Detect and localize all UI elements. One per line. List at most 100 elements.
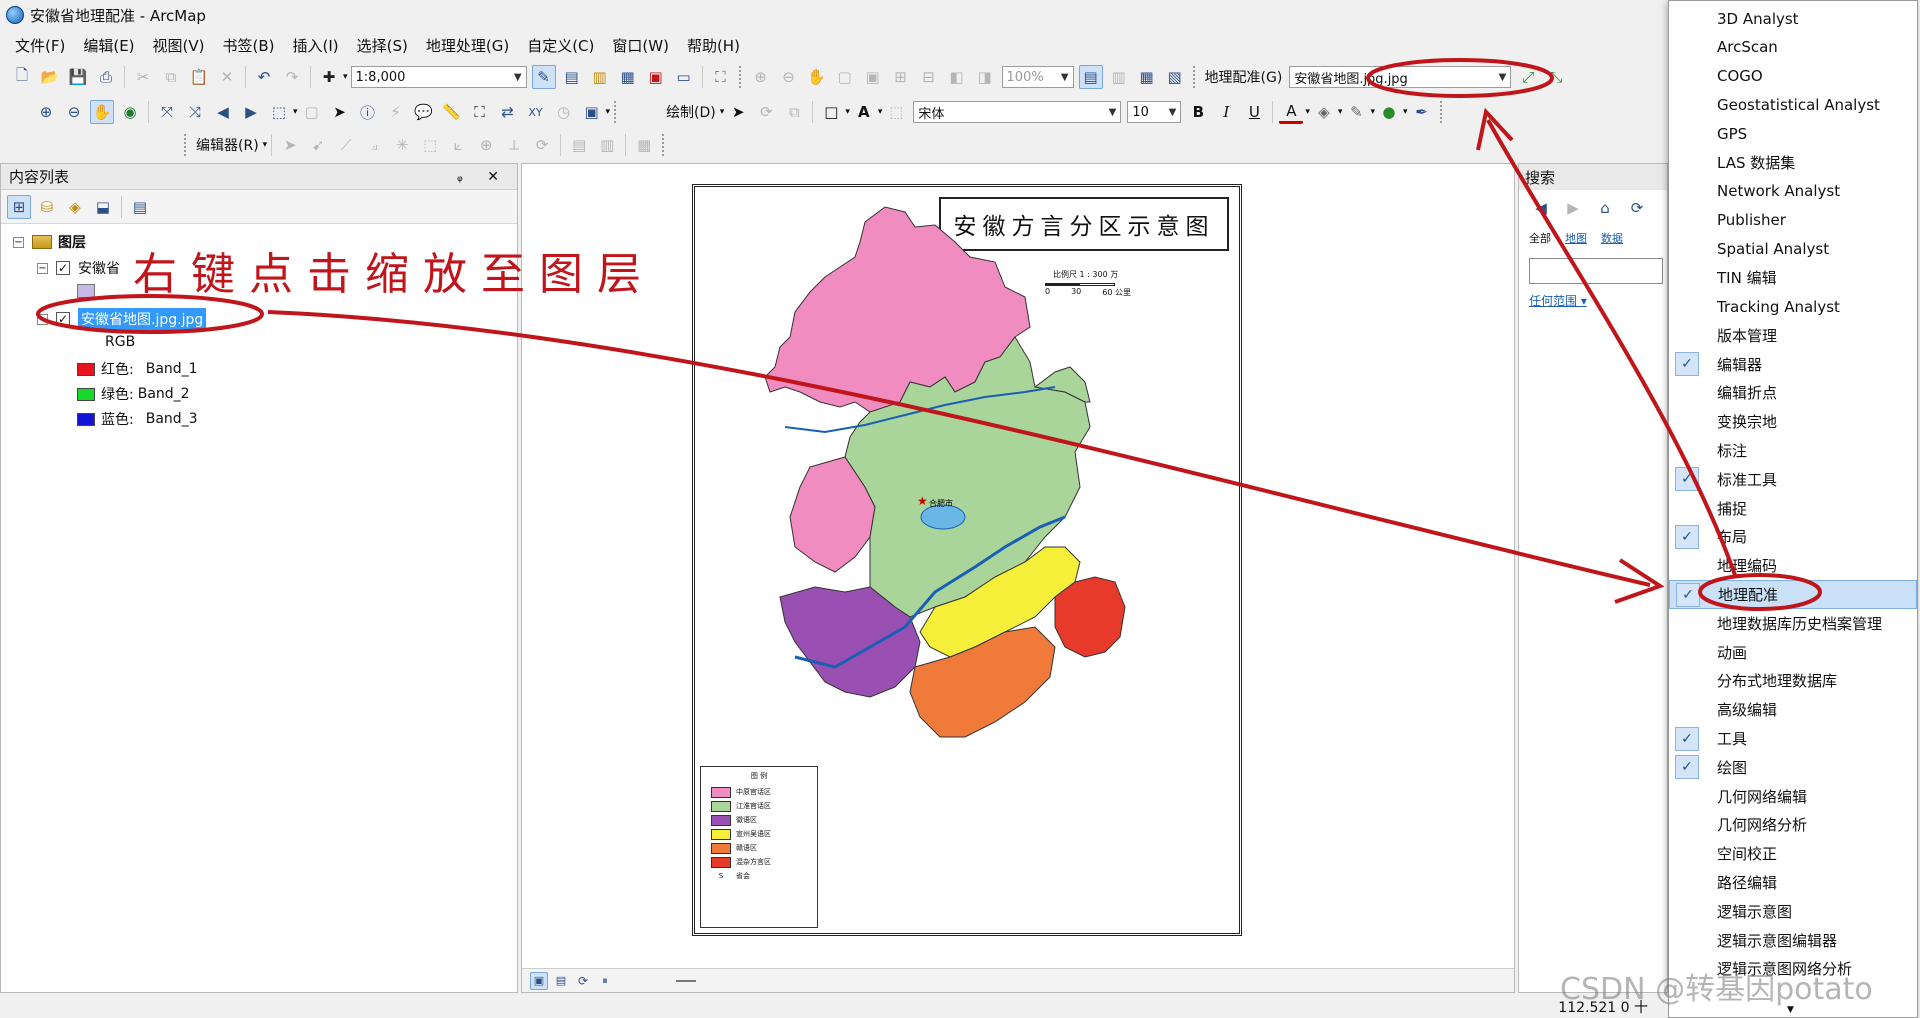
toc-pin-close-icons[interactable]: ᵩ ✕ [457, 169, 509, 185]
back-extent-icon[interactable]: ◀ [211, 100, 235, 124]
scope-data-link[interactable]: 数据 [1601, 230, 1623, 246]
layer-visibility-checkbox[interactable]: ✓ [56, 261, 70, 275]
editor-menu[interactable]: 编辑器(R) [196, 135, 259, 155]
underline-button[interactable]: U [1242, 100, 1266, 124]
menu-help[interactable]: 帮助(H) [678, 33, 749, 58]
edit-vertices-icon[interactable]: ⬚ [418, 133, 442, 157]
collapse-icon[interactable]: − [37, 262, 48, 274]
search-input[interactable] [1529, 258, 1663, 284]
layout-zoom-combo[interactable]: 100% ▼ [1001, 66, 1074, 88]
forward-extent-icon[interactable]: ▶ [239, 100, 263, 124]
attributes-icon[interactable]: ▤ [567, 133, 591, 157]
time-slider-icon[interactable]: ◷ [552, 100, 576, 124]
zoom-to-selected-icon[interactable]: ⧉ [782, 100, 806, 124]
refresh-icon[interactable]: ⟳ [1625, 196, 1649, 220]
tree-row-raster-layer[interactable]: − ✓ 安徽省地图.jpg.jpg [37, 308, 207, 330]
menu-file[interactable]: 文件(F) [6, 33, 74, 58]
menu-item-toolbar[interactable]: 捕捉 [1669, 494, 1917, 523]
split-icon[interactable]: ⟂ [502, 133, 526, 157]
layout-pan-icon[interactable]: ✋ [805, 65, 829, 89]
fixed-zoom-out-icon[interactable]: ⊟ [917, 65, 941, 89]
html-popup-icon[interactable]: 💬 [412, 100, 436, 124]
band-row-blue[interactable]: 蓝色: Band_3 [77, 409, 198, 429]
menu-item-toolbar[interactable]: TIN 编辑 [1669, 263, 1917, 292]
toggle-draft-mode-icon[interactable]: ▤ [1078, 65, 1103, 89]
delete-icon[interactable]: ✕ [215, 65, 239, 89]
menu-item-toolbar[interactable]: GPS [1669, 119, 1917, 148]
menu-item-toolbar[interactable]: 几何网络分析 [1669, 810, 1917, 839]
chevron-down-icon[interactable]: ▾ [1305, 107, 1310, 117]
menu-item-toolbar[interactable]: 3D Analyst [1669, 4, 1917, 33]
rotate-icon[interactable]: ⟳ [754, 100, 778, 124]
arctoolbox-icon[interactable]: ▣ [644, 65, 668, 89]
toolbar-grip[interactable] [184, 134, 188, 156]
chevron-down-icon[interactable]: ▾ [606, 107, 611, 117]
toolbar-grip[interactable] [1192, 66, 1197, 88]
fill-color-icon[interactable]: ◈ [1312, 100, 1336, 124]
toolbar-grip[interactable] [614, 101, 618, 123]
menu-item-toolbar[interactable]: COGO [1669, 62, 1917, 91]
go-back-extent-icon[interactable]: ◧ [945, 65, 969, 89]
select-elements-icon[interactable]: ➤ [726, 100, 750, 124]
print-icon[interactable]: ⎙ [94, 65, 118, 89]
georeferencing-menu[interactable]: 地理配准(G) [1205, 67, 1283, 87]
go-forward-extent-icon[interactable]: ◨ [973, 65, 997, 89]
menu-item-toolbar[interactable]: 空间校正 [1669, 839, 1917, 868]
full-extent-globe-icon[interactable]: ◉ [118, 100, 142, 124]
layout-page[interactable]: 安徽方言分区示意图 比例尺 1 : 300 万 0 30 60 公里 ★ 合肥市… [692, 184, 1242, 936]
measure-icon[interactable]: 📏 [440, 100, 464, 124]
search-extent-dropdown[interactable]: 任何范围 ▾ [1519, 284, 1667, 317]
add-control-points-icon[interactable]: ⤢ [1516, 65, 1540, 89]
view-link-table-icon[interactable]: ⤡ [1544, 65, 1568, 89]
pen-icon[interactable]: ✒ [1410, 100, 1434, 124]
zoom-out-icon[interactable]: ⊖ [62, 100, 86, 124]
editor-toolbar-toggle-icon[interactable]: ✎ [531, 65, 556, 89]
scope-all-link[interactable]: 全部 [1529, 230, 1551, 246]
menu-edit[interactable]: 编辑(E) [74, 33, 143, 58]
redo-icon[interactable]: ↷ [280, 65, 304, 89]
drawing-menu[interactable]: 绘制(D) [666, 102, 716, 122]
clear-selection-icon[interactable]: ▢ [300, 100, 324, 124]
font-color-icon[interactable]: A [1279, 100, 1304, 124]
back-arrow-icon[interactable]: ◀ [1529, 196, 1553, 220]
zoom-in-icon[interactable]: ⊕ [34, 100, 58, 124]
edit-vertices-icon[interactable]: ⬚ [884, 100, 908, 124]
toolbar-grip[interactable] [662, 134, 666, 156]
identify-icon[interactable]: ⓘ [356, 100, 380, 124]
chevron-down-icon[interactable]: ▾ [845, 107, 850, 117]
undo-icon[interactable]: ↶ [252, 65, 276, 89]
select-features-icon[interactable]: ⬚ [267, 100, 291, 124]
hyperlink-icon[interactable]: ⚡ [384, 100, 408, 124]
scope-maps-link[interactable]: 地图 [1565, 230, 1587, 246]
create-features-icon[interactable]: ▦ [632, 133, 656, 157]
bold-button[interactable]: B [1186, 100, 1210, 124]
menu-insert[interactable]: 插入(I) [284, 33, 348, 58]
find-route-icon[interactable]: ⇄ [496, 100, 520, 124]
list-by-selection-icon[interactable]: ⬓ [91, 195, 115, 219]
fixed-zoom-in-icon[interactable]: ⤧ [155, 100, 179, 124]
find-binoculars-icon[interactable]: ⛶ [468, 100, 492, 124]
font-size-combo[interactable]: 10 ▼ [1127, 101, 1182, 123]
open-folder-icon[interactable]: 📂 [38, 65, 62, 89]
blue-band-swatch[interactable] [77, 412, 95, 426]
menu-item-toolbar[interactable]: 逻辑示意图 [1669, 897, 1917, 926]
catalog-icon[interactable]: ▥ [588, 65, 612, 89]
data-view-icon[interactable]: ▣ [530, 971, 548, 990]
toolbar-grip[interactable] [1439, 101, 1444, 123]
edit-tool-icon[interactable]: ➤ [278, 133, 302, 157]
home-icon[interactable]: ⌂ [1593, 196, 1617, 220]
font-combo[interactable]: 宋体 ▼ [913, 101, 1122, 123]
fixed-zoom-out-icon[interactable]: ⤨ [183, 100, 207, 124]
trace-icon[interactable]: ⟓ [362, 133, 386, 157]
green-band-swatch[interactable] [77, 387, 95, 401]
create-viewer-window-icon[interactable]: ▣ [580, 100, 604, 124]
menu-geoprocessing[interactable]: 地理处理(G) [417, 33, 518, 58]
band-row-green[interactable]: 绿色: Band_2 [77, 384, 190, 404]
list-by-drawing-order-icon[interactable]: ⊞ [7, 194, 31, 219]
layer-name-selected[interactable]: 安徽省地图.jpg.jpg [78, 308, 207, 330]
cut-polygons-icon[interactable]: ⊕ [474, 133, 498, 157]
line-color-icon[interactable]: ✎ [1344, 100, 1368, 124]
georeferencing-layer-combo[interactable]: 安徽省地图.jpg.jpg ▼ [1289, 66, 1512, 88]
menu-bookmarks[interactable]: 书签(B) [214, 33, 284, 58]
chevron-down-icon[interactable]: ▾ [720, 107, 725, 117]
